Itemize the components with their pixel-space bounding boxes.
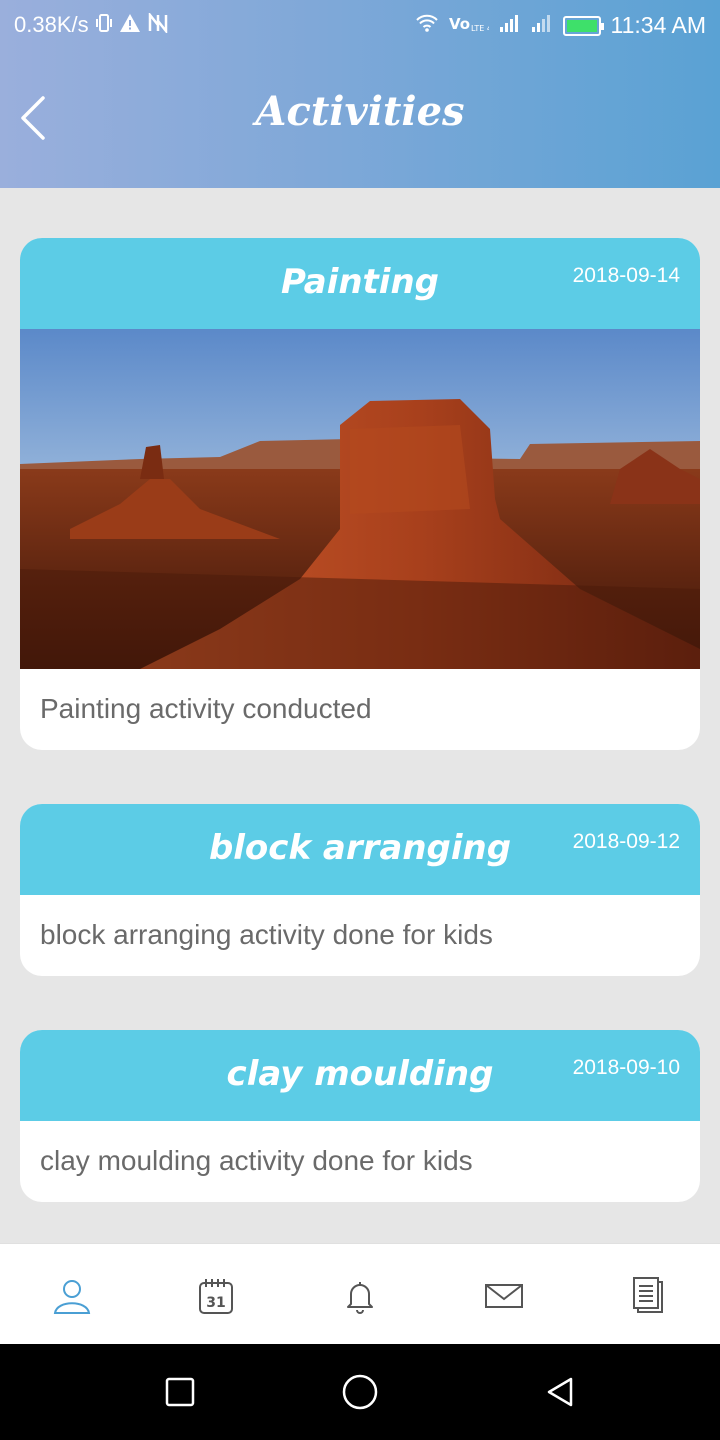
nav-notifications[interactable] bbox=[330, 1266, 390, 1326]
signal-icon bbox=[531, 13, 553, 38]
activity-description: block arranging activity done for kids bbox=[40, 919, 493, 950]
activity-date: 2018-09-10 bbox=[572, 1056, 680, 1079]
status-bar: 0.38K/s VoLTE 4G bbox=[0, 0, 720, 50]
activity-card[interactable]: Painting 2018-09-14 Painting activity co… bbox=[20, 238, 700, 750]
mail-icon bbox=[485, 1284, 523, 1308]
triangle-back-icon bbox=[547, 1377, 573, 1407]
clock: 11:34 AM bbox=[610, 12, 706, 38]
activity-description: Painting activity conducted bbox=[40, 693, 372, 724]
volte-icon: VoLTE 4G bbox=[449, 13, 498, 38]
activity-image bbox=[20, 329, 700, 669]
page-title: Activities bbox=[255, 88, 465, 135]
nav-profile[interactable] bbox=[42, 1266, 102, 1326]
activity-card-header: block arranging 2018-09-12 bbox=[20, 804, 700, 895]
activity-card-header: clay moulding 2018-09-10 bbox=[20, 1030, 700, 1121]
network-speed: 0.38K/s bbox=[14, 12, 89, 37]
status-right: VoLTE 4G 11:34 AM bbox=[415, 12, 706, 39]
calendar-day: 31 bbox=[206, 1295, 225, 1311]
nav-calendar[interactable]: 31 bbox=[186, 1266, 246, 1326]
vibrate-icon bbox=[95, 13, 113, 38]
activity-description: clay moulding activity done for kids bbox=[40, 1145, 473, 1176]
battery-icon bbox=[562, 15, 604, 36]
signal-icon bbox=[499, 13, 521, 38]
calendar-icon: 31 bbox=[199, 1279, 233, 1314]
nfc-icon bbox=[147, 10, 169, 38]
square-icon bbox=[165, 1377, 195, 1407]
activity-date: 2018-09-14 bbox=[572, 264, 680, 287]
nav-messages[interactable] bbox=[474, 1266, 534, 1326]
circle-icon bbox=[342, 1374, 378, 1410]
svg-text:LTE 4G: LTE 4G bbox=[471, 24, 489, 33]
back-nav-button[interactable] bbox=[538, 1370, 582, 1414]
activity-card-header: Painting 2018-09-14 bbox=[20, 238, 700, 329]
home-button[interactable] bbox=[338, 1370, 382, 1414]
profile-icon bbox=[53, 1280, 91, 1314]
activity-card[interactable]: block arranging 2018-09-12 block arrangi… bbox=[20, 804, 700, 976]
documents-icon bbox=[633, 1277, 663, 1313]
app-bar: Activities bbox=[0, 50, 720, 188]
wifi-icon bbox=[415, 13, 439, 38]
bell-icon bbox=[347, 1282, 373, 1314]
activity-card[interactable]: clay moulding 2018-09-10 clay moulding a… bbox=[20, 1030, 700, 1202]
activity-date: 2018-09-12 bbox=[572, 830, 680, 853]
system-navigation-bar bbox=[0, 1344, 720, 1440]
nav-documents[interactable] bbox=[618, 1266, 678, 1326]
bottom-navigation: 31 bbox=[0, 1243, 720, 1344]
recents-button[interactable] bbox=[158, 1370, 202, 1414]
svg-text:Vo: Vo bbox=[449, 15, 470, 33]
warning-icon bbox=[119, 13, 141, 38]
status-left: 0.38K/s bbox=[14, 10, 169, 38]
app-header-background: 0.38K/s VoLTE 4G bbox=[0, 0, 720, 188]
